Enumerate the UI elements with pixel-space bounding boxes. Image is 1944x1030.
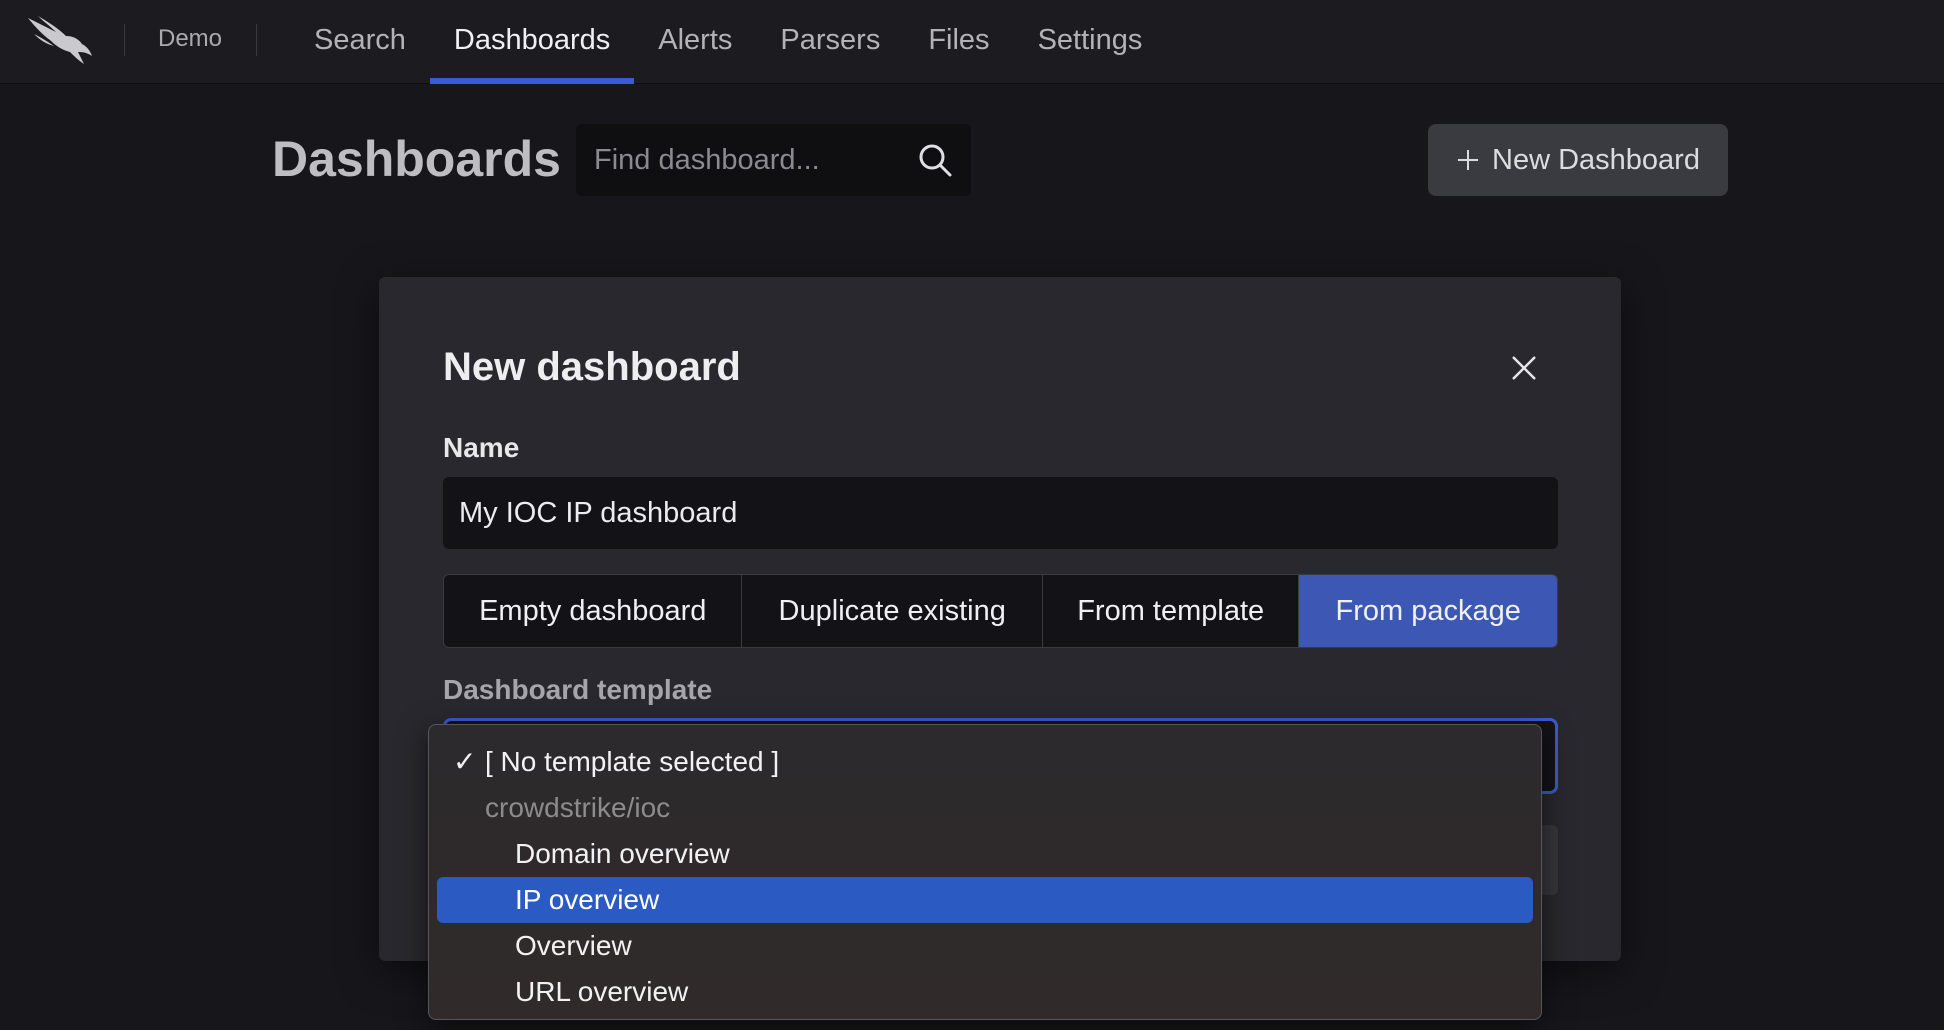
nav-settings[interactable]: Settings bbox=[1014, 0, 1167, 84]
option-label: Overview bbox=[515, 930, 632, 961]
nav-dashboards[interactable]: Dashboards bbox=[429, 0, 635, 84]
name-label: Name bbox=[443, 432, 520, 463]
search-input[interactable] bbox=[592, 124, 902, 196]
creation-mode-selector: Empty dashboard Duplicate existing From … bbox=[443, 574, 1558, 648]
dialog-title: New dashboard bbox=[443, 345, 741, 389]
plus-icon bbox=[1458, 150, 1479, 170]
option-ip-overview[interactable]: IP overview bbox=[437, 877, 1533, 923]
top-navigation-bar: Demo Search Dashboards Alerts Parsers Fi… bbox=[0, 0, 1944, 84]
main-nav: Search Dashboards Alerts Parsers Files S… bbox=[290, 0, 1166, 84]
option-url-overview[interactable]: URL overview bbox=[437, 969, 1533, 1015]
option-overview[interactable]: Overview bbox=[437, 923, 1533, 969]
option-label: [ No template selected ] bbox=[485, 746, 780, 777]
option-label: IP overview bbox=[515, 884, 660, 915]
mode-from-template[interactable]: From template bbox=[1042, 575, 1300, 647]
template-label: Dashboard template bbox=[443, 674, 713, 705]
page-title: Dashboards bbox=[272, 131, 561, 187]
workspace-name[interactable]: Demo bbox=[158, 25, 222, 53]
mode-from-package[interactable]: From package bbox=[1299, 575, 1557, 647]
mode-empty-dashboard[interactable]: Empty dashboard bbox=[444, 575, 743, 647]
option-label: Domain overview bbox=[515, 838, 730, 869]
nav-parsers[interactable]: Parsers bbox=[756, 0, 904, 84]
name-field[interactable] bbox=[443, 477, 1558, 549]
option-no-template[interactable]: ✓ [ No template selected ] bbox=[437, 739, 1533, 785]
close-icon[interactable] bbox=[1509, 353, 1539, 383]
checkmark-icon: ✓ bbox=[453, 746, 477, 777]
template-dropdown-menu: ✓ [ No template selected ] crowdstrike/i… bbox=[428, 724, 1542, 1020]
option-domain-overview[interactable]: Domain overview bbox=[437, 831, 1533, 877]
new-dashboard-button[interactable]: New Dashboard bbox=[1428, 124, 1728, 196]
search-icon[interactable] bbox=[917, 142, 953, 178]
divider bbox=[124, 24, 125, 56]
mode-duplicate-existing[interactable]: Duplicate existing bbox=[742, 575, 1043, 647]
dashboard-search bbox=[576, 124, 971, 196]
divider bbox=[256, 24, 257, 56]
falcon-logo-icon[interactable] bbox=[26, 14, 94, 66]
nav-alerts[interactable]: Alerts bbox=[634, 0, 756, 84]
option-label: URL overview bbox=[515, 976, 689, 1007]
new-dashboard-label: New Dashboard bbox=[1492, 143, 1700, 176]
group-label: crowdstrike/ioc bbox=[485, 792, 671, 823]
nav-search[interactable]: Search bbox=[290, 0, 430, 84]
option-group-header: crowdstrike/ioc bbox=[437, 785, 1533, 831]
nav-files[interactable]: Files bbox=[904, 0, 1013, 84]
